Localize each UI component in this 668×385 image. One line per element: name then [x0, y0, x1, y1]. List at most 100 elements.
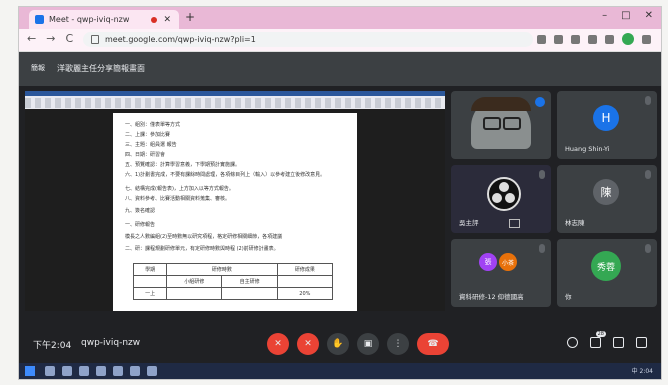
- doc-line: 四、日期：研習會: [125, 152, 166, 158]
- avatar: H: [593, 105, 619, 131]
- edge-icon[interactable]: [79, 366, 89, 376]
- leave-call-button[interactable]: ☎: [417, 333, 449, 355]
- reload-button[interactable]: C: [65, 32, 73, 45]
- table-cell: 20%: [276, 287, 334, 300]
- mic-off-icon: ✕: [274, 339, 282, 349]
- back-button[interactable]: ←: [27, 32, 36, 45]
- avatar: 小茶: [499, 253, 517, 271]
- present-screen-icon: ▣: [363, 339, 373, 349]
- present-button[interactable]: ▣: [357, 333, 379, 355]
- explorer-icon[interactable]: [96, 366, 106, 376]
- doc-line: 一、研修報告: [125, 222, 156, 228]
- doc-line: 三、主題：組員選 報告: [125, 142, 177, 148]
- system-tray: 中 2:04: [631, 368, 653, 375]
- search-icon[interactable]: [45, 366, 55, 376]
- presenter-face: [471, 97, 531, 149]
- table-cell: 學期: [132, 263, 168, 276]
- participant-count: 28: [595, 331, 606, 337]
- obs-logo-icon: [487, 177, 521, 211]
- raise-hand-button[interactable]: ✋: [327, 333, 349, 355]
- participant-tile-lin[interactable]: 陳 林志陳: [557, 165, 657, 233]
- doc-table: 學期 研修時數 研修成果 小組研修 自主研修 一上 20%: [132, 263, 334, 300]
- avatar: 陳: [593, 179, 619, 205]
- camera-off-icon: [509, 219, 520, 228]
- avatar: 張: [479, 253, 497, 271]
- minimize-button[interactable]: –: [602, 10, 607, 21]
- window-controls: – □ ✕: [602, 10, 653, 21]
- meeting-clock: 下午2:04: [33, 341, 72, 351]
- start-icon[interactable]: [25, 366, 35, 376]
- table-cell: [132, 275, 168, 288]
- meeting-code: qwp-iviq-nzw: [81, 338, 141, 348]
- mic-off-icon: [645, 96, 651, 105]
- new-tab-button[interactable]: +: [185, 10, 195, 24]
- address-bar: ← → C meet.google.com/qwp-iviq-nzw?pli=1: [19, 29, 661, 52]
- doc-line: 七、結構完成(報告表)，上方加入以等方式報告。: [125, 186, 234, 192]
- taskbar-apps: [45, 366, 157, 376]
- maximize-button[interactable]: □: [621, 10, 630, 21]
- presenter-video-tile[interactable]: [451, 91, 551, 159]
- word-icon[interactable]: [113, 366, 123, 376]
- word-ribbon: [25, 91, 445, 109]
- participant-name: Huang Shin-Yi: [565, 145, 610, 153]
- browser-tab-bar: Meet - qwp-iviq-nzw ✕ + – □ ✕: [19, 7, 661, 29]
- self-tile[interactable]: 秀蓉 你: [557, 239, 657, 307]
- meet-control-bar: 下午2:04 qwp-iviq-nzw ✕ ✕ ✋ ▣ ⋮ ☎ 28: [19, 325, 661, 363]
- hangup-icon: ☎: [427, 339, 439, 349]
- share-icon[interactable]: [554, 34, 563, 44]
- shared-screen: 一、組別：僅表單等方式 二、上課：參加比賽 三、主題：組員選 報告 四、日期：研…: [25, 91, 445, 311]
- table-cell: 研修時數: [166, 263, 278, 276]
- tab-title: Meet - qwp-iviq-nzw: [49, 15, 130, 24]
- participant-name: 你: [565, 293, 572, 301]
- url-text: meet.google.com/qwp-iviq-nzw?pli=1: [105, 35, 256, 44]
- chrome-icon[interactable]: [130, 366, 140, 376]
- table-cell: 一上: [132, 287, 168, 300]
- recording-dot-icon: [151, 16, 158, 23]
- side-panel-buttons: 28: [567, 331, 647, 348]
- star-icon[interactable]: [571, 34, 580, 44]
- nav-buttons: ← → C: [27, 32, 73, 45]
- activities-button[interactable]: [636, 337, 647, 348]
- hand-icon: ✋: [332, 339, 344, 349]
- url-omnibox[interactable]: meet.google.com/qwp-iviq-nzw?pli=1: [83, 32, 533, 47]
- table-cell: [166, 287, 223, 300]
- doc-line: 二、上課：參加比賽: [125, 132, 171, 138]
- camera-permission-icon[interactable]: [537, 34, 546, 44]
- more-options-button[interactable]: ⋮: [387, 333, 409, 355]
- line-icon[interactable]: [147, 366, 157, 376]
- browser-tab[interactable]: Meet - qwp-iviq-nzw ✕: [29, 10, 179, 29]
- screen: Meet - qwp-iviq-nzw ✕ + – □ ✕ ← → C meet…: [18, 6, 662, 380]
- people-button[interactable]: 28: [590, 331, 606, 348]
- participant-tile-group[interactable]: 張 小茶 資科研修-12 仰德國高: [451, 239, 551, 307]
- camera-toggle-button[interactable]: ✕: [297, 333, 319, 355]
- info-button[interactable]: [567, 337, 578, 348]
- extensions-icon[interactable]: [588, 34, 597, 44]
- doc-line: 一、組別：僅表單等方式: [125, 122, 181, 128]
- speaking-indicator-icon: [535, 97, 545, 107]
- mic-toggle-button[interactable]: ✕: [267, 333, 289, 355]
- participant-name: 資科研修-12 仰德國高: [459, 293, 524, 301]
- windows-taskbar: 中 2:04: [19, 363, 661, 379]
- participant-name: 吳主評: [459, 219, 479, 227]
- extension-icons: [537, 33, 651, 45]
- call-controls: ✕ ✕ ✋ ▣ ⋮ ☎: [267, 333, 449, 355]
- doc-line: 八、資料參考、比賽活動相關資料蒐集、審核。: [125, 196, 231, 202]
- mic-off-icon: [645, 244, 651, 253]
- profile-avatar[interactable]: [622, 33, 634, 45]
- lock-icon: [91, 35, 99, 44]
- table-cell: [276, 275, 334, 288]
- participant-tile-wu[interactable]: 吳主評: [451, 165, 551, 233]
- doc-line: 五、預覽確認：計算學習意義，下學期預計實施課。: [125, 162, 241, 168]
- presenting-badge: 簡報: [31, 64, 45, 72]
- participant-tile-huang[interactable]: H Huang Shin-Yi: [557, 91, 657, 159]
- forward-button[interactable]: →: [46, 32, 55, 45]
- camera-off-icon: ✕: [304, 339, 312, 349]
- table-cell: 研修成果: [276, 263, 334, 276]
- reading-list-icon[interactable]: [605, 34, 614, 44]
- table-cell: 自主研修: [221, 275, 278, 288]
- chat-button[interactable]: [613, 337, 624, 348]
- task-view-icon[interactable]: [62, 366, 72, 376]
- tab-close-icon[interactable]: ✕: [163, 15, 171, 25]
- menu-icon[interactable]: [642, 34, 651, 44]
- close-window-button[interactable]: ✕: [645, 10, 653, 21]
